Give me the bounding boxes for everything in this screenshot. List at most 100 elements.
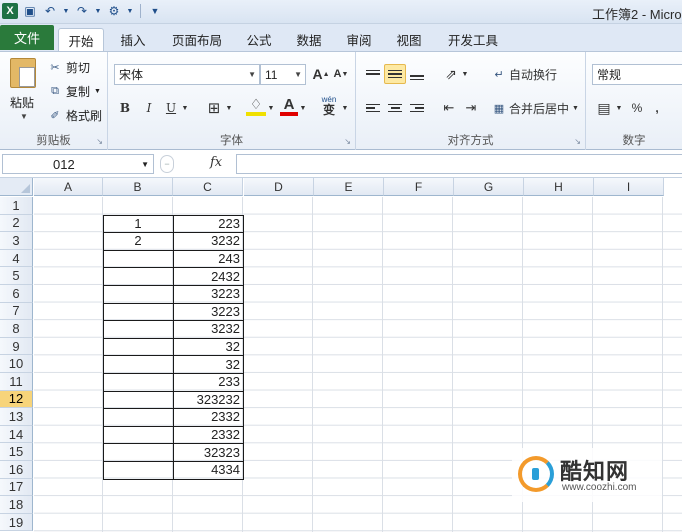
dropdown-icon[interactable]: ▼ <box>62 3 70 19</box>
merge-center-button[interactable]: ▦ 合并后居中 ▼ <box>492 98 582 118</box>
column-header-h[interactable]: H <box>524 178 594 196</box>
cell-c14[interactable]: 2332 <box>174 426 242 444</box>
column-header-a[interactable]: A <box>34 178 103 196</box>
formula-cancel-icon[interactable]: − <box>160 155 174 173</box>
row-header-10[interactable]: 10 <box>0 355 33 373</box>
align-middle-icon[interactable] <box>384 64 406 84</box>
cell-c6[interactable]: 3223 <box>174 285 242 303</box>
row-header-14[interactable]: 14 <box>0 425 33 444</box>
align-top-icon[interactable] <box>362 64 384 84</box>
dialog-launcher-icon[interactable]: ↘ <box>344 137 351 146</box>
row-header-5[interactable]: 5 <box>0 267 33 285</box>
underline-dropdown-icon[interactable]: ▼ <box>180 98 190 118</box>
format-painter-button[interactable]: ✐ 格式刷 <box>48 106 102 124</box>
tab-insert[interactable]: 插入 <box>110 28 156 51</box>
redo-icon[interactable]: ↷ <box>74 3 90 19</box>
borders-icon[interactable]: ⊞ <box>204 98 224 118</box>
row-header-1[interactable]: 1 <box>0 197 33 215</box>
underline-button[interactable]: U <box>162 98 180 118</box>
select-all-button[interactable] <box>0 178 33 196</box>
accounting-dropdown-icon[interactable]: ▼ <box>614 98 624 118</box>
tab-review[interactable]: 审阅 <box>338 28 380 51</box>
row-header-8[interactable]: 8 <box>0 320 33 338</box>
decrease-indent-icon[interactable]: ⇤ <box>438 98 460 118</box>
cell-c5[interactable]: 2432 <box>174 267 242 285</box>
paste-button[interactable]: 粘贴 <box>10 94 34 111</box>
dialog-launcher-icon[interactable]: ↘ <box>96 137 103 146</box>
copy-dropdown-icon[interactable]: ▼ <box>94 88 101 95</box>
phonetic-dropdown-icon[interactable]: ▼ <box>340 98 350 118</box>
accounting-format-icon[interactable]: ▤ <box>594 98 614 118</box>
cell-c16[interactable]: 4334 <box>174 461 242 479</box>
orientation-icon[interactable]: ⇗ <box>440 64 462 84</box>
excel-app-icon[interactable]: X <box>2 3 18 19</box>
cell-c4[interactable]: 243 <box>174 250 242 268</box>
tab-data[interactable]: 数据 <box>288 28 330 51</box>
row-header-6[interactable]: 6 <box>0 285 33 303</box>
paste-dropdown-icon[interactable]: ▼ <box>20 112 28 121</box>
cell-c7[interactable]: 3223 <box>174 303 242 321</box>
column-header-g[interactable]: G <box>454 178 524 196</box>
phonetic-guide-icon[interactable]: wén 变 <box>318 96 340 117</box>
shrink-font-button[interactable]: A ▼ <box>332 64 350 84</box>
dropdown-icon[interactable]: ▼ <box>94 3 102 19</box>
cell-c3[interactable]: 3232 <box>174 232 242 250</box>
row-header-9[interactable]: 9 <box>0 337 33 356</box>
row-header-3[interactable]: 3 <box>0 232 33 250</box>
cell-b2[interactable]: 1 <box>104 215 172 233</box>
insert-function-button[interactable]: fx <box>210 155 222 170</box>
comma-style-button[interactable]: , <box>650 98 664 118</box>
align-left-icon[interactable] <box>362 98 384 118</box>
tab-home[interactable]: 开始 <box>58 28 104 51</box>
cell-b3[interactable]: 2 <box>104 232 172 250</box>
align-center-icon[interactable] <box>384 98 406 118</box>
orientation-dropdown-icon[interactable]: ▼ <box>460 64 470 84</box>
tab-file[interactable]: 文件 <box>0 25 54 50</box>
fill-color-icon[interactable]: ♢ <box>246 96 266 116</box>
formula-input[interactable] <box>236 154 682 174</box>
cell-c10[interactable]: 32 <box>174 355 242 373</box>
grow-font-button[interactable]: A ▲ <box>312 64 330 84</box>
cell-c2[interactable]: 223 <box>174 215 242 233</box>
font-color-icon[interactable]: A <box>280 96 298 116</box>
cell-c13[interactable]: 2332 <box>174 408 242 426</box>
row-header-13[interactable]: 13 <box>0 408 33 426</box>
row-header-19[interactable]: 19 <box>0 513 33 532</box>
customize-toolbar-icon[interactable]: ▼ <box>147 3 163 19</box>
font-size-select[interactable]: 11 ▼ <box>260 64 306 85</box>
row-header-2[interactable]: 2 <box>0 214 33 233</box>
cell-c15[interactable]: 32323 <box>174 443 242 461</box>
column-header-e[interactable]: E <box>314 178 384 196</box>
row-header-12[interactable]: 12 <box>0 390 33 409</box>
undo-icon[interactable]: ↶ <box>42 3 58 19</box>
borders-dropdown-icon[interactable]: ▼ <box>224 98 234 118</box>
row-header-4[interactable]: 4 <box>0 249 33 268</box>
row-header-17[interactable]: 17 <box>0 478 33 497</box>
tab-page-layout[interactable]: 页面布局 <box>164 28 230 51</box>
cell-c9[interactable]: 32 <box>174 338 242 356</box>
dialog-launcher-icon[interactable]: ↘ <box>574 137 581 146</box>
align-bottom-icon[interactable] <box>406 66 428 86</box>
name-box[interactable]: 012 ▼ <box>2 154 154 174</box>
tools-icon[interactable]: ⚙ <box>106 3 122 19</box>
column-header-c[interactable]: C <box>173 178 243 196</box>
font-color-dropdown-icon[interactable]: ▼ <box>298 98 308 118</box>
font-name-select[interactable]: 宋体 ▼ <box>114 64 260 85</box>
cut-button[interactable]: ✂ 剪切 <box>48 58 90 76</box>
row-header-18[interactable]: 18 <box>0 496 33 514</box>
italic-button[interactable]: I <box>140 98 158 118</box>
tab-formulas[interactable]: 公式 <box>238 28 280 51</box>
paste-icon[interactable] <box>10 58 36 88</box>
increase-indent-icon[interactable]: ⇥ <box>460 98 482 118</box>
align-right-icon[interactable] <box>406 98 428 118</box>
copy-button[interactable]: ⧉ 复制 ▼ <box>48 82 101 100</box>
cell-c11[interactable]: 233 <box>174 373 242 391</box>
percent-style-button[interactable]: % <box>628 98 646 118</box>
save-icon[interactable]: ▣ <box>22 3 38 19</box>
fill-color-dropdown-icon[interactable]: ▼ <box>266 98 276 118</box>
row-header-11[interactable]: 11 <box>0 373 33 391</box>
row-header-7[interactable]: 7 <box>0 302 33 321</box>
column-header-i[interactable]: I <box>594 178 664 196</box>
tab-developer[interactable]: 开发工具 <box>440 28 506 51</box>
dropdown-icon[interactable]: ▼ <box>126 3 134 19</box>
